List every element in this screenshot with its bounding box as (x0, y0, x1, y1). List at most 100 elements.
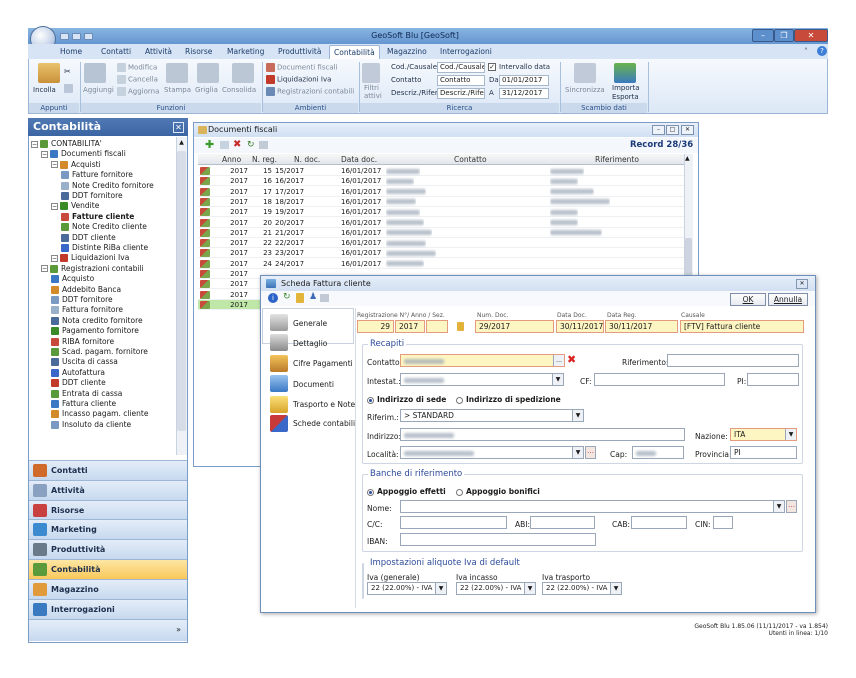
iva-incasso-select[interactable]: 22 (22.00%) - IVA ▼ (456, 582, 536, 595)
table-row[interactable]: 2017 15 15/2017 16/01/2017 (198, 166, 684, 176)
tree-item[interactable]: Fattura cliente (51, 399, 116, 409)
indirizzo-input[interactable] (400, 428, 685, 441)
nav-magazzino[interactable]: Magazzino (29, 578, 187, 599)
date-interval-checkbox[interactable]: ✓ (488, 63, 496, 71)
copy-icon[interactable] (64, 84, 73, 93)
column-anno[interactable]: Anno (222, 154, 241, 165)
tree-item[interactable]: Incasso pagam. cliente (51, 409, 148, 419)
tree-item[interactable]: − CONTABILITA' (31, 139, 102, 149)
reference-input[interactable] (667, 354, 799, 367)
close-window-button[interactable]: ✕ (681, 125, 694, 135)
section-input[interactable] (426, 320, 448, 333)
iban-input[interactable] (400, 533, 596, 546)
export-button[interactable]: Esporta (612, 93, 639, 101)
tree-item[interactable]: DDT cliente (51, 378, 106, 388)
collapse-icon[interactable]: − (51, 161, 58, 169)
close-panel-button[interactable]: ✕ (173, 122, 184, 133)
tree-item[interactable]: DDT fornitore (51, 295, 113, 305)
pi-input[interactable] (747, 373, 799, 386)
collapse-icon[interactable]: − (41, 150, 48, 158)
localita-select[interactable]: ▼ (400, 446, 584, 459)
vat-settlement-button[interactable]: Liquidazioni Iva (266, 75, 331, 84)
localita-lookup-button[interactable]: … (585, 446, 596, 459)
tree-item[interactable]: Autofattura (51, 368, 105, 378)
nav-contatti[interactable]: Contatti (29, 460, 187, 480)
table-row[interactable]: 2017 24 24/2017 16/01/2017 (198, 259, 684, 269)
clear-contact-icon[interactable]: ✖ (567, 354, 576, 366)
side-cifre-pagamenti[interactable]: Cifre Pagamenti (293, 359, 353, 369)
tree-item[interactable]: Pagamento fornitore (51, 326, 139, 336)
lock-icon[interactable] (296, 293, 304, 303)
add-icon[interactable]: ✚ (205, 139, 214, 150)
year-input[interactable]: 2017 (395, 320, 425, 333)
tree-item[interactable]: Scad. pagam. fornitore (51, 347, 148, 357)
grid-button[interactable]: Griglia (195, 86, 218, 94)
refresh-icon[interactable]: ↻ (283, 292, 291, 302)
print-icon[interactable] (259, 141, 268, 149)
refresh-button[interactable]: Aggiorna (117, 87, 159, 96)
nav-interrogazioni[interactable]: Interrogazioni (29, 598, 187, 619)
indirizzo-spedizione-radio[interactable]: Indirizzo di spedizione (456, 394, 561, 405)
column-nreg[interactable]: N. reg. (252, 154, 277, 165)
provincia-input[interactable]: PI (730, 446, 797, 459)
collapse-icon[interactable]: − (51, 202, 58, 210)
nav-risorse[interactable]: Risorse (29, 499, 187, 520)
causale-filter-input[interactable]: Cod./Causale (437, 62, 485, 73)
sync-button[interactable]: Sincronizza (565, 86, 605, 94)
scroll-thumb[interactable] (177, 151, 186, 431)
edit-button[interactable]: Modifica (117, 63, 157, 72)
quick-access-dropdown-icon[interactable] (84, 33, 93, 40)
ok-button[interactable]: OK (730, 293, 766, 306)
column-contatto[interactable]: Contatto (454, 154, 487, 165)
cf-input[interactable] (594, 373, 725, 386)
tree-item[interactable]: Entrata di cassa (51, 389, 122, 399)
tree-item[interactable]: DDT fornitore (61, 191, 123, 201)
tree-item[interactable]: Fatture cliente (61, 212, 134, 222)
tab-produttivita[interactable]: Produttività (274, 45, 325, 59)
nav-marketing[interactable]: Marketing (29, 519, 187, 540)
tab-magazzino[interactable]: Magazzino (383, 45, 431, 59)
side-generale[interactable]: Generale (293, 319, 327, 329)
accounting-entries-button[interactable]: Registrazioni contabili (266, 87, 354, 96)
tree-item[interactable]: Insoluto da cliente (51, 420, 131, 430)
table-row[interactable]: 2017 21 21/2017 16/01/2017 (198, 228, 684, 238)
table-row[interactable]: 2017 23 23/2017 16/01/2017 (198, 248, 684, 259)
contact-filter-input[interactable]: Contatto (437, 75, 485, 86)
tree-item[interactable]: Nota credito fornitore (51, 316, 143, 326)
nazione-select[interactable]: ITA ▼ (730, 428, 797, 441)
tree-item[interactable]: − Acquisti (51, 160, 101, 170)
nav-contabilit[interactable]: Contabilità (29, 559, 187, 579)
tree-item[interactable]: − Vendite (51, 201, 99, 211)
tree-item[interactable]: Fattura fornitore (51, 305, 123, 315)
minimize-window-button[interactable]: – (652, 125, 665, 135)
tab-contabilita[interactable]: Contabilità (329, 45, 380, 59)
bank-name-select[interactable]: ▼ (400, 500, 785, 513)
cc-input[interactable] (400, 516, 507, 529)
close-button[interactable]: ✕ (794, 29, 828, 42)
tab-contatti[interactable]: Contatti (97, 45, 135, 59)
cab-input[interactable] (631, 516, 687, 529)
tree-item[interactable]: − Liquidazioni Iva (51, 253, 129, 263)
indirizzo-sede-radio[interactable]: Indirizzo di sede (367, 394, 446, 405)
edit-icon[interactable] (220, 141, 229, 149)
delete-icon[interactable]: ✖ (233, 139, 241, 150)
undo-icon[interactable] (72, 33, 81, 40)
appoggio-bonifici-radio[interactable]: Appoggio bonifici (456, 486, 540, 497)
column-riferimento[interactable]: Riferimento (595, 154, 639, 165)
doc-date-input[interactable]: 30/11/2017 (556, 320, 604, 333)
maximize-window-button[interactable]: □ (666, 125, 679, 135)
print-icon[interactable] (320, 294, 329, 302)
tree-item[interactable]: − Documenti fiscali (41, 149, 126, 159)
doc-number-input[interactable]: 29/2017 (475, 320, 554, 333)
appoggio-effetti-radio[interactable]: Appoggio effetti (367, 486, 446, 497)
consolidate-button[interactable]: Consolida (222, 86, 256, 94)
tree-item[interactable]: DDT cliente (61, 233, 116, 243)
more-modules-icon[interactable]: » (29, 619, 187, 641)
date-from-input[interactable]: 01/01/2017 (499, 75, 549, 86)
table-row[interactable]: 2017 17 17/2017 16/01/2017 (198, 187, 684, 197)
grid-scroll-up-icon[interactable]: ▲ (685, 155, 690, 162)
collapse-icon[interactable]: − (31, 140, 38, 148)
table-row[interactable]: 2017 16 16/2017 16/01/2017 (198, 176, 684, 187)
add-button[interactable]: Aggiungi (83, 86, 114, 94)
grid-scroll-thumb[interactable] (685, 238, 692, 278)
